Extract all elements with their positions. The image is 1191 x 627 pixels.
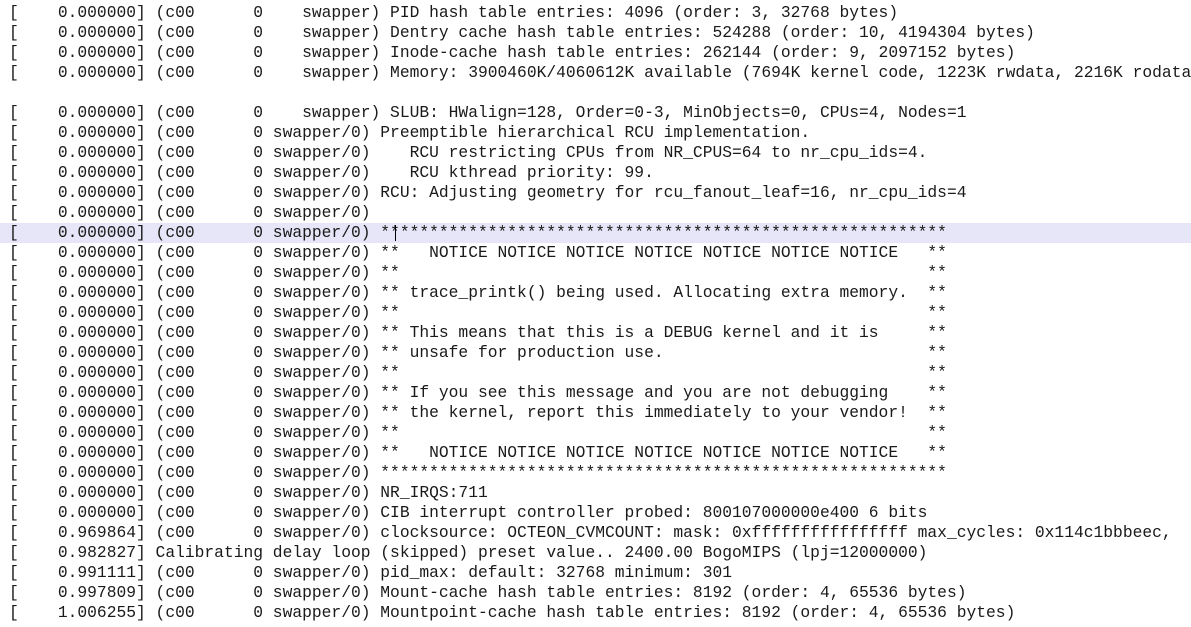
log-line: [ 0.000000] (c00 0 swapper) Inode-cache … — [9, 43, 1016, 62]
log-line: [ 0.000000] (c00 0 swapper/0) ** ** — [9, 263, 947, 282]
log-line: [ 0.982827] Calibrating delay loop (skip… — [9, 543, 928, 562]
log-line: [ 0.000000] (c00 0 swapper/0) — [9, 203, 371, 222]
log-line: [ 0.000000] (c00 0 swapper/0) RCU kthrea… — [9, 163, 654, 182]
log-line: [ 0.000000] (c00 0 swapper) Dentry cache… — [9, 23, 1035, 42]
log-line: [ 0.000000] (c00 0 swapper/0) **********… — [9, 463, 947, 482]
log-line: [ 0.000000] (c00 0 swapper/0) CIB interr… — [9, 503, 928, 522]
log-line: [ 0.000000] (c00 0 swapper/0) ** ** — [9, 423, 947, 442]
log-line-current[interactable]: [ 0.000000] (c00 0 swapper/0) **********… — [0, 223, 1191, 243]
text-cursor — [395, 225, 396, 241]
log-line: [ 0.000000] (c00 0 swapper) Memory: 3900… — [9, 63, 1191, 82]
log-line: [ 0.991111] (c00 0 swapper/0) pid_max: d… — [9, 563, 733, 582]
log-line: [ 0.000000] (c00 0 swapper/0) Preemptibl… — [9, 123, 811, 142]
log-line: [ 0.000000] (c00 0 swapper/0) ** the ker… — [9, 403, 947, 422]
log-line: [ 0.000000] (c00 0 swapper/0) RCU: Adjus… — [9, 183, 967, 202]
log-line: [ 0.000000] (c00 0 swapper/0) ** NOTICE … — [9, 243, 947, 262]
log-line: [ 0.000000] (c00 0 swapper/0) ** NOTICE … — [9, 443, 947, 462]
log-text-view[interactable]: [ 0.000000] (c00 0 swapper) PID hash tab… — [0, 3, 1191, 627]
log-line: [ 0.000000] (c00 0 swapper/0) ** trace_p… — [9, 283, 947, 302]
log-line: [ 0.969864] (c00 0 swapper/0) clocksourc… — [9, 523, 1172, 542]
log-line: [ 0.000000] (c00 0 swapper/0) ** If you … — [9, 383, 947, 402]
log-line: [ 0.000000] (c00 0 swapper) SLUB: HWalig… — [9, 103, 967, 122]
log-line-blank — [0, 83, 1191, 103]
log-line: [ 0.000000] (c00 0 swapper/0) ** This me… — [9, 323, 947, 342]
log-line: [ 0.000000] (c00 0 swapper) PID hash tab… — [9, 3, 899, 22]
log-line: [ 1.006255] (c00 0 swapper/0) Mountpoint… — [9, 603, 1016, 622]
log-line-current-text: [ 0.000000] (c00 0 swapper/0) **********… — [9, 223, 947, 242]
log-line: [ 0.997809] (c00 0 swapper/0) Mount-cach… — [9, 583, 967, 602]
log-line: [ 0.000000] (c00 0 swapper/0) ** ** — [9, 363, 947, 382]
log-line: [ 0.000000] (c00 0 swapper/0) RCU restri… — [9, 143, 928, 162]
log-line: [ 0.000000] (c00 0 swapper/0) NR_IRQS:71… — [9, 483, 488, 502]
log-line: [ 0.000000] (c00 0 swapper/0) ** ** — [9, 303, 947, 322]
log-line: [ 0.000000] (c00 0 swapper/0) ** unsafe … — [9, 343, 947, 362]
